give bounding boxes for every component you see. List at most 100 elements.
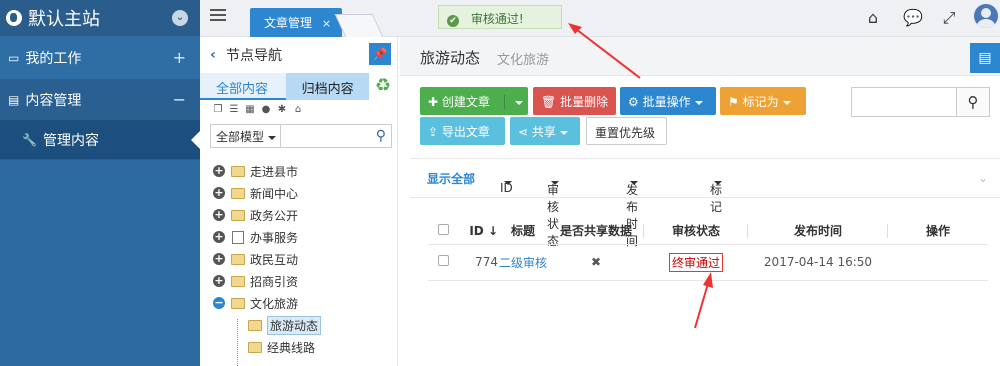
trash-icon: 🗑 — [541, 95, 557, 109]
share-icon: ⋖ — [518, 125, 529, 139]
expand-icon[interactable]: + — [213, 187, 225, 199]
sidebar-item-content-management[interactable]: ▤ 内容管理 − — [0, 80, 200, 120]
tree-node[interactable]: + 政民互动 — [200, 248, 397, 270]
globe-icon — [6, 10, 22, 26]
success-toast: ✔ 审核通过! — [438, 5, 562, 29]
node-panel-title: 节点导航 — [226, 48, 282, 64]
expand-icon[interactable]: ⤢ — [940, 9, 958, 27]
home-icon[interactable]: ⌂ — [864, 9, 882, 27]
copy-icon[interactable]: ❐ — [212, 104, 224, 116]
reset-priority-button[interactable]: 重置优先级 — [586, 117, 667, 145]
settings-icon[interactable]: ✱ — [276, 104, 288, 116]
row-shared: ✖ — [548, 244, 644, 281]
folder-icon — [248, 341, 262, 353]
table-row[interactable]: 774 二级审核 ✖ 终审通过 2017-04-14 16:50 — [428, 244, 988, 281]
sidebar-item-label: 我的工作 — [25, 50, 82, 67]
web-icon[interactable]: ● — [260, 104, 272, 116]
model-select[interactable]: 全部模型 — [211, 125, 281, 147]
chevron-down-icon[interactable] — [503, 95, 523, 109]
chevron-down-icon[interactable]: ⌄ — [172, 10, 188, 26]
page-title: 旅游动态 — [420, 49, 481, 67]
recycle-icon[interactable]: ♻ — [369, 73, 397, 100]
laptop-icon: ▭ — [8, 50, 20, 65]
folder-icon — [231, 187, 245, 199]
content-icon: ▤ — [8, 92, 20, 107]
tab-label: 文章管理 — [264, 16, 313, 30]
chevron-left-icon[interactable]: ‹ — [200, 47, 226, 63]
close-icon[interactable]: × — [322, 17, 331, 30]
column-header-publish-time: 发布时间 — [748, 218, 888, 245]
comments-icon[interactable]: 💬 — [903, 9, 923, 27]
search-icon[interactable]: ⚲ — [376, 128, 386, 144]
operations-icon: ⚙ — [628, 95, 639, 109]
tree-node[interactable]: 经典线路 — [200, 336, 397, 358]
top-bar: 文章管理 × ✔ 审核通过! ⌂ 💬 ⤢ — [200, 0, 1000, 37]
row-audit-status: 终审通过 — [644, 244, 748, 281]
row-id: 774 — [458, 244, 498, 281]
document-icon[interactable]: ▤ — [970, 43, 1000, 73]
status-badge: 终审通过 — [668, 252, 723, 272]
tree-node-selected[interactable]: 旅游动态 — [200, 314, 397, 336]
search-icon[interactable]: ⚲ — [957, 87, 990, 117]
page-subtitle: 文化旅游 — [497, 53, 550, 68]
folder-open-icon — [231, 297, 245, 309]
column-header-title: 标题 — [498, 218, 548, 245]
create-article-button[interactable]: ✚ 创建文章 — [420, 87, 528, 115]
batch-operations-button[interactable]: ⚙ 批量操作 — [620, 87, 716, 115]
tab-archive-content[interactable]: 归档内容 — [285, 73, 370, 100]
row-title-link[interactable]: 二级审核 — [498, 244, 548, 281]
expand-icon[interactable]: + — [213, 231, 225, 243]
export-article-button[interactable]: ⇪ 导出文章 — [420, 117, 505, 145]
select-all-checkbox[interactable] — [428, 218, 458, 245]
tree-icon[interactable]: ☰ — [228, 104, 240, 116]
expand-icon[interactable]: + — [213, 253, 225, 265]
site-brand[interactable]: 默认主站 ⌄ — [0, 0, 200, 36]
home-icon[interactable]: ⌂ — [292, 104, 304, 116]
plus-icon: ✚ — [428, 95, 439, 109]
collapse-icon[interactable]: − — [213, 297, 225, 309]
tree-node[interactable]: + 招商引资 — [200, 270, 397, 292]
sitemap-icon[interactable]: ▦ — [244, 104, 256, 116]
expand-icon[interactable]: + — [173, 48, 186, 67]
folder-icon — [231, 165, 245, 177]
mark-as-button[interactable]: ⚑ 标记为 — [720, 87, 806, 115]
tree-node[interactable]: − 文化旅游 — [200, 292, 397, 314]
node-search: 全部模型 ⚲ — [210, 124, 392, 148]
expand-icon[interactable]: + — [213, 209, 225, 221]
main-sidebar: 默认主站 ⌄ ▭ 我的工作 + ▤ 内容管理 − 🔧 管理内容 — [0, 0, 201, 366]
sidebar-item-label: 管理内容 — [42, 132, 99, 149]
menu-toggle-icon[interactable] — [210, 9, 226, 23]
expand-icon[interactable]: + — [213, 165, 225, 177]
expand-icon[interactable]: + — [213, 275, 225, 287]
tree-connector — [237, 319, 238, 366]
filter-show-all[interactable]: 显示全部 — [427, 170, 475, 187]
folder-icon — [231, 253, 245, 265]
sort-down-icon: ↓ — [487, 223, 498, 238]
chevron-down-icon[interactable]: ⌄ — [966, 159, 1000, 197]
row-checkbox[interactable] — [428, 244, 458, 281]
column-header-shared: 是否共享数据 — [548, 218, 644, 245]
filter-bar: 显示全部 ID 审核状态 发布时间 标记 ⌄ — [410, 158, 1000, 248]
sidebar-item-manage-content[interactable]: 🔧 管理内容 — [0, 120, 201, 160]
tab-all-content[interactable]: 全部内容 — [200, 73, 286, 100]
sidebar-item-my-work[interactable]: ▭ 我的工作 + — [0, 36, 200, 80]
tree-node[interactable]: + 政务公开 — [200, 204, 397, 226]
flag-icon: ⚑ — [728, 95, 739, 109]
document-icon — [232, 230, 244, 244]
pin-icon[interactable]: 📌 — [369, 43, 391, 65]
column-header-id[interactable]: ID ↓ — [458, 218, 498, 245]
toast-message: 审核通过! — [470, 12, 524, 26]
tab-article-management[interactable]: 文章管理 × — [250, 8, 342, 37]
share-button[interactable]: ⋖ 共享 — [510, 117, 580, 145]
batch-delete-button[interactable]: 🗑 批量删除 — [533, 87, 616, 115]
avatar[interactable] — [974, 4, 998, 28]
sidebar-item-label: 内容管理 — [25, 92, 82, 109]
search-input[interactable] — [851, 87, 957, 117]
column-header-audit-status: 审核状态 — [644, 218, 748, 245]
tree-node[interactable]: + 办事服务 — [200, 226, 397, 248]
collapse-icon[interactable]: − — [173, 90, 186, 109]
check-icon: ✔ — [447, 15, 459, 27]
folder-icon — [231, 275, 245, 287]
tree-node[interactable]: + 走进县市 — [200, 160, 397, 182]
tree-node[interactable]: + 新闻中心 — [200, 182, 397, 204]
